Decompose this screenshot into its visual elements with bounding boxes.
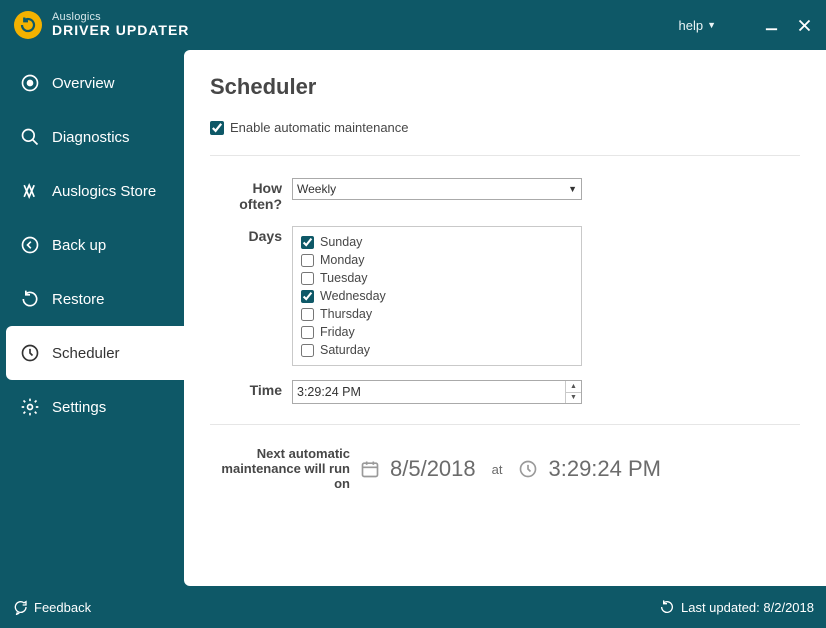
- day-checkbox[interactable]: [301, 236, 314, 249]
- day-checkbox[interactable]: [301, 344, 314, 357]
- day-label: Sunday: [320, 235, 362, 249]
- sidebar: Overview Diagnostics Auslogics Store Bac…: [0, 50, 184, 586]
- search-icon: [20, 127, 40, 147]
- day-label: Friday: [320, 325, 355, 339]
- last-updated-label: Last updated: 8/2/2018: [681, 600, 814, 615]
- days-label: Days: [210, 226, 292, 244]
- sidebar-item-label: Settings: [52, 399, 106, 416]
- sidebar-item-label: Restore: [52, 291, 105, 308]
- day-label: Saturday: [320, 343, 370, 357]
- enable-maintenance-checkbox[interactable]: Enable automatic maintenance: [210, 120, 800, 135]
- spin-down-button[interactable]: ▼: [566, 393, 581, 404]
- next-run-label-line2: maintenance will run on: [221, 461, 350, 491]
- day-label: Tuesday: [320, 271, 367, 285]
- day-label: Wednesday: [320, 289, 386, 303]
- app-name-block: Auslogics DRIVER UPDATER: [52, 12, 189, 38]
- day-option[interactable]: Tuesday: [301, 269, 573, 287]
- day-label: Thursday: [320, 307, 372, 321]
- feedback-label: Feedback: [34, 600, 91, 615]
- app-logo-icon: [14, 11, 42, 39]
- target-icon: [20, 73, 40, 93]
- sidebar-item-backup[interactable]: Back up: [6, 218, 184, 272]
- day-option[interactable]: Monday: [301, 251, 573, 269]
- day-option[interactable]: Sunday: [301, 233, 573, 251]
- day-option[interactable]: Thursday: [301, 305, 573, 323]
- day-checkbox[interactable]: [301, 326, 314, 339]
- next-run-at: at: [492, 462, 503, 477]
- close-button[interactable]: [797, 18, 812, 33]
- next-run-label: Next automatic maintenance will run on: [210, 447, 350, 492]
- next-run-date: 8/5/2018: [390, 456, 476, 482]
- time-label: Time: [210, 380, 292, 398]
- sidebar-item-restore[interactable]: Restore: [6, 272, 184, 326]
- sidebar-item-store[interactable]: Auslogics Store: [6, 164, 184, 218]
- page-title: Scheduler: [210, 74, 800, 100]
- day-checkbox[interactable]: [301, 290, 314, 303]
- restore-icon: [20, 289, 40, 309]
- gear-icon: [20, 397, 40, 417]
- sidebar-item-label: Overview: [52, 75, 115, 92]
- clock-icon: [20, 343, 40, 363]
- chevron-down-icon: ▼: [707, 20, 716, 30]
- help-menu[interactable]: help ▼: [679, 18, 717, 33]
- days-listbox: Sunday Monday Tuesday Wednesday Thursday Frid…: [292, 226, 582, 366]
- store-icon: [20, 181, 40, 201]
- divider: [210, 424, 800, 425]
- feedback-icon: [12, 599, 28, 615]
- day-option[interactable]: Wednesday: [301, 287, 573, 305]
- chevron-down-icon: ▼: [568, 184, 577, 194]
- day-option[interactable]: Saturday: [301, 341, 573, 359]
- refresh-icon: [659, 599, 675, 615]
- day-option[interactable]: Friday: [301, 323, 573, 341]
- sidebar-item-overview[interactable]: Overview: [6, 56, 184, 110]
- titlebar: Auslogics DRIVER UPDATER help ▼: [0, 0, 826, 50]
- feedback-link[interactable]: Feedback: [12, 599, 91, 615]
- minimize-button[interactable]: [764, 18, 779, 33]
- sidebar-item-settings[interactable]: Settings: [6, 380, 184, 434]
- sidebar-item-diagnostics[interactable]: Diagnostics: [6, 110, 184, 164]
- sidebar-item-label: Back up: [52, 237, 106, 254]
- next-run-time: 3:29:24 PM: [548, 456, 661, 482]
- app-title: DRIVER UPDATER: [52, 23, 189, 38]
- sidebar-item-label: Scheduler: [52, 345, 120, 362]
- divider: [210, 155, 800, 156]
- calendar-icon: [360, 459, 380, 479]
- help-label: help: [679, 18, 704, 33]
- time-value: 3:29:24 PM: [297, 385, 361, 399]
- day-checkbox[interactable]: [301, 308, 314, 321]
- back-arrow-icon: [20, 235, 40, 255]
- next-run-row: Next automatic maintenance will run on 8…: [210, 447, 800, 492]
- enable-maintenance-label: Enable automatic maintenance: [230, 120, 409, 135]
- how-often-value: Weekly: [297, 182, 336, 196]
- statusbar: Feedback Last updated: 8/2/2018: [0, 586, 826, 628]
- how-often-select[interactable]: Weekly ▼: [292, 178, 582, 200]
- day-checkbox[interactable]: [301, 254, 314, 267]
- content-panel: Scheduler Enable automatic maintenance H…: [184, 50, 826, 586]
- sidebar-item-label: Auslogics Store: [52, 183, 156, 200]
- spin-up-button[interactable]: ▲: [566, 381, 581, 393]
- next-run-label-line1: Next automatic: [257, 446, 350, 461]
- clock-icon: [518, 459, 538, 479]
- last-updated[interactable]: Last updated: 8/2/2018: [659, 599, 814, 615]
- day-checkbox[interactable]: [301, 272, 314, 285]
- sidebar-item-scheduler[interactable]: Scheduler: [6, 326, 184, 380]
- time-input[interactable]: 3:29:24 PM ▲ ▼: [292, 380, 582, 404]
- time-spinner: ▲ ▼: [565, 381, 581, 403]
- sidebar-item-label: Diagnostics: [52, 129, 130, 146]
- day-label: Monday: [320, 253, 364, 267]
- enable-maintenance-input[interactable]: [210, 121, 224, 135]
- how-often-label: How often?: [210, 178, 292, 212]
